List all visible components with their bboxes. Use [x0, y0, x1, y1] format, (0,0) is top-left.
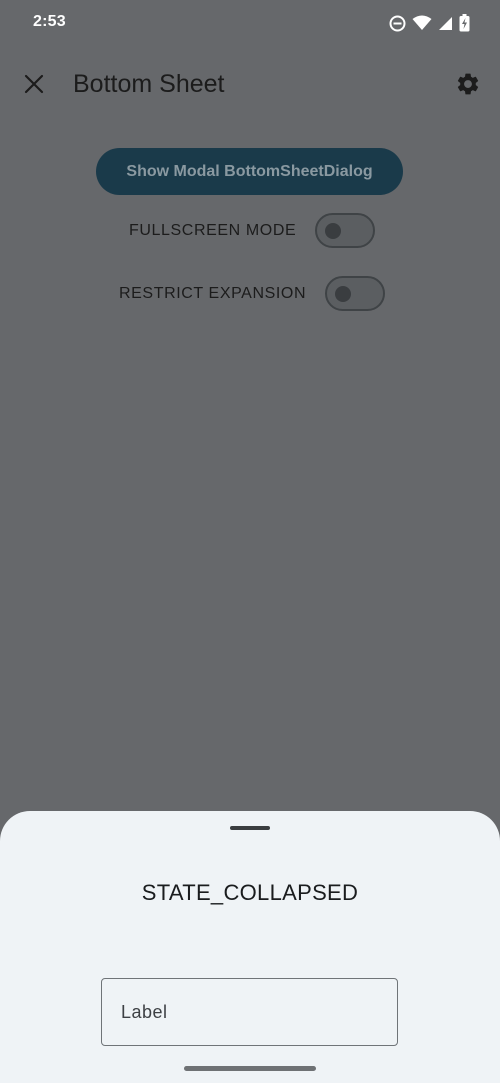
app-bar: Bottom Sheet	[0, 56, 500, 114]
restrict-expansion-row: RESTRICT EXPANSION	[119, 276, 386, 311]
fullscreen-mode-label: FULLSCREEN MODE	[129, 221, 297, 239]
drag-handle[interactable]	[230, 826, 270, 830]
do-not-disturb-icon	[389, 15, 406, 32]
gear-icon	[457, 73, 479, 95]
cell-signal-icon	[438, 16, 453, 31]
gesture-nav-handle[interactable]	[184, 1066, 316, 1071]
bottom-sheet: STATE_COLLAPSED	[0, 811, 500, 1083]
restrict-expansion-label: RESTRICT EXPANSION	[119, 284, 307, 302]
page-title: Bottom Sheet	[73, 70, 225, 98]
sheet-state-text: STATE_COLLAPSED	[141, 880, 359, 905]
status-icons	[389, 13, 470, 33]
settings-button[interactable]	[452, 68, 484, 100]
status-bar: 2:53	[0, 0, 500, 46]
switch-thumb	[335, 286, 352, 302]
label-input[interactable]	[102, 979, 397, 1045]
show-modal-bottom-sheet-button[interactable]: Show Modal BottomSheetDialog	[96, 148, 403, 195]
restrict-expansion-switch[interactable]	[325, 276, 386, 311]
label-text-field[interactable]	[101, 978, 398, 1046]
switch-thumb	[325, 223, 342, 239]
close-button[interactable]	[18, 68, 50, 100]
battery-charging-icon	[459, 14, 470, 32]
fullscreen-mode-row: FULLSCREEN MODE	[129, 213, 376, 248]
status-time: 2:53	[33, 13, 66, 30]
fullscreen-mode-switch[interactable]	[315, 213, 376, 248]
close-icon	[24, 74, 44, 94]
wifi-icon	[412, 15, 432, 31]
